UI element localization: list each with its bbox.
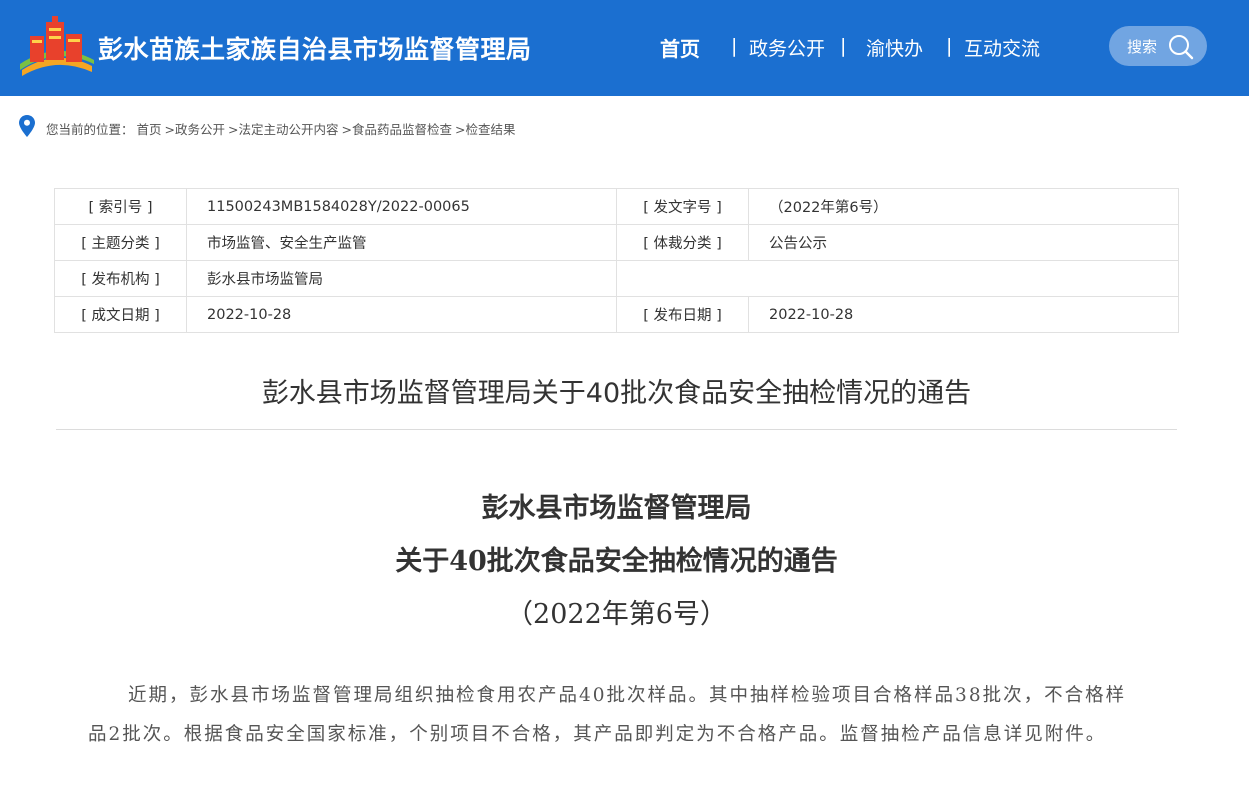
page-title: 彭水县市场监督管理局关于40批次食品安全抽检情况的通告 [261,378,972,409]
genre-value: 公告公示 [748,224,1179,261]
breadcrumb-results[interactable]: >检查结果 [455,122,515,137]
nav-interaction[interactable]: 互动交流 [964,34,1040,62]
breadcrumb-gov-affairs[interactable]: >政务公开 [165,122,225,137]
publisher-value: 彭水县市场监管局 [186,260,617,297]
nav-home[interactable]: 首页 [660,33,700,61]
title-divider [56,429,1177,430]
nav-separator: | [840,35,847,57]
location-pin-icon [19,115,35,137]
breadcrumb-prefix: 您当前的位置： [46,122,134,137]
doc-no-value: （2022年第6号） [748,188,1179,225]
body-title-line1: 彭水县市场监督管理局 [481,493,752,524]
breadcrumb-statutory[interactable]: >法定主动公开内容 [228,122,338,137]
table-row: [ 成文日期 ] 2022-10-28 [ 发布日期 ] 2022-10-28 [54,296,1179,333]
site-title[interactable]: 彭水苗族土家族自治县市场监督管理局 [98,30,532,66]
written-date-label: [ 成文日期 ] [54,296,187,333]
site-logo-icon[interactable] [16,14,96,78]
nav-separator: | [946,35,953,57]
search-icon [1169,35,1194,60]
document-meta-table: [ 索引号 ] 11500243MB1584028Y/2022-00065 [ … [54,188,1179,333]
topic-value: 市场监管、安全生产监管 [186,224,617,261]
publisher-label: [ 发布机构 ] [54,260,187,297]
breadcrumb: 您当前的位置： 首页 >政务公开 >法定主动公开内容 >食品药品监督检查 >检查结果 [46,119,518,138]
empty-cell [616,260,1179,297]
publish-date-label: [ 发布日期 ] [616,296,749,333]
table-row: [ 发布机构 ] 彭水县市场监管局 [54,260,1179,297]
written-date-value: 2022-10-28 [186,296,617,333]
nav-gov-affairs[interactable]: 政务公开 [749,34,825,62]
index-no-value: 11500243MB1584028Y/2022-00065 [186,188,617,225]
nav-yukuaiban[interactable]: 渝快办 [866,34,923,62]
table-row: [ 主题分类 ] 市场监管、安全生产监管 [ 体裁分类 ] 公告公示 [54,224,1179,261]
doc-no-label: [ 发文字号 ] [616,188,749,225]
genre-label: [ 体裁分类 ] [616,224,749,261]
topic-label: [ 主题分类 ] [54,224,187,261]
nav-separator: | [731,35,738,57]
body-title-line3: （2022年第6号） [506,599,727,630]
breadcrumb-food-drug[interactable]: >食品药品监督检查 [342,122,452,137]
index-no-label: [ 索引号 ] [54,188,187,225]
table-row: [ 索引号 ] 11500243MB1584028Y/2022-00065 [ … [54,188,1179,225]
breadcrumb-home[interactable]: 首页 [137,122,162,137]
search-button[interactable]: 搜索 [1109,26,1207,66]
search-label: 搜索 [1127,38,1158,56]
body-title-line2: 关于40批次食品安全抽检情况的通告 [395,546,838,577]
article-paragraph: 近期，彭水县市场监督管理局组织抽检食用农产品40批次样品。其中抽样检验项目合格样… [88,685,1127,745]
site-header: 彭水苗族土家族自治县市场监督管理局 首页 | 政务公开 | 渝快办 | 互动交流… [0,0,1249,96]
publish-date-value: 2022-10-28 [748,296,1179,333]
